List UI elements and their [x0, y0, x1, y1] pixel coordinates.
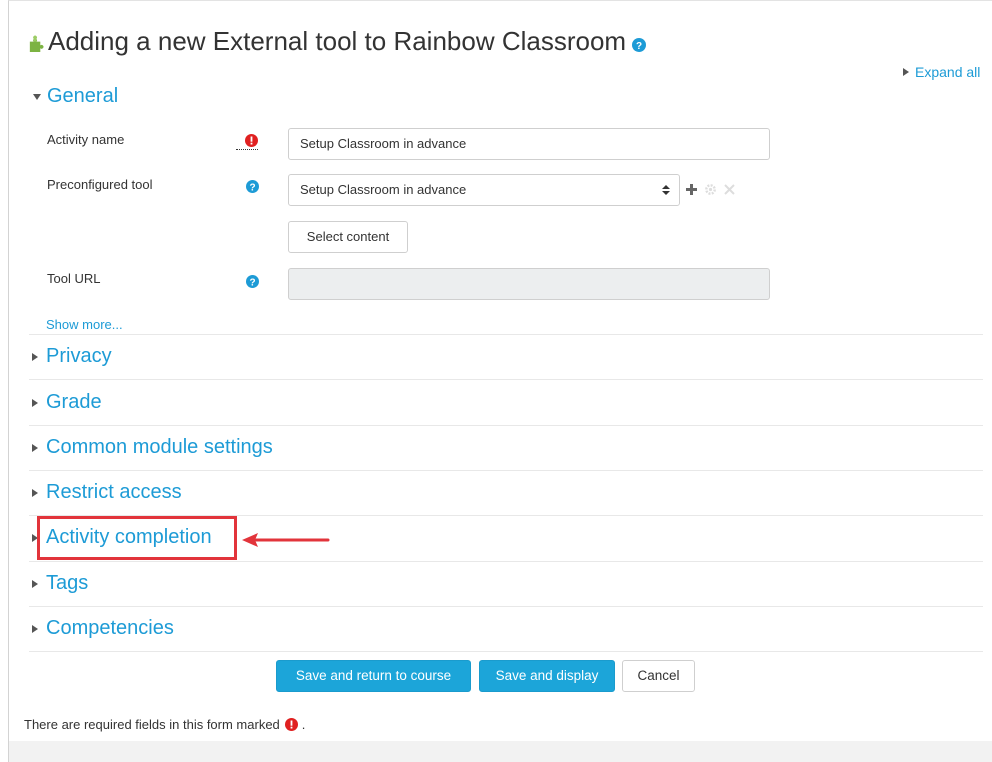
section-tags[interactable]: Tags	[32, 572, 88, 595]
save-and-display-button[interactable]: Save and display	[479, 660, 615, 692]
section-grade-title: Grade	[46, 391, 102, 413]
caret-right-icon	[32, 398, 38, 407]
tool-url-input[interactable]	[288, 268, 770, 300]
required-note-text: There are required fields in this form m…	[24, 717, 280, 732]
section-privacy[interactable]: Privacy	[32, 345, 112, 368]
plus-icon[interactable]	[686, 184, 697, 195]
page-title: Adding a new External tool to Rainbow Cl…	[27, 26, 647, 57]
section-common-module-settings[interactable]: Common module settings	[32, 436, 273, 459]
close-icon[interactable]	[724, 184, 735, 195]
required-fields-note: There are required fields in this form m…	[24, 717, 305, 732]
help-icon[interactable]: ?	[246, 275, 259, 288]
activity-name-label: Activity name	[47, 132, 125, 147]
required-icon	[284, 718, 298, 731]
select-content-button[interactable]: Select content	[288, 221, 408, 253]
divider	[29, 606, 983, 607]
caret-right-icon	[32, 488, 38, 497]
select-arrows-icon	[662, 185, 670, 195]
caret-right-icon	[32, 352, 38, 361]
gear-icon[interactable]	[705, 184, 716, 195]
svg-text:?: ?	[249, 278, 255, 289]
divider	[29, 561, 983, 562]
section-restrict-access-title: Restrict access	[46, 481, 182, 503]
required-underline	[236, 149, 258, 150]
caret-right-icon	[32, 579, 38, 588]
caret-right-icon	[903, 68, 909, 76]
caret-right-icon	[32, 443, 38, 452]
section-general-header[interactable]: General	[33, 85, 118, 108]
required-icon	[245, 134, 258, 147]
section-restrict-access[interactable]: Restrict access	[32, 481, 182, 504]
caret-right-icon	[32, 624, 38, 633]
section-privacy-title: Privacy	[46, 345, 112, 367]
divider	[29, 651, 983, 652]
section-competencies[interactable]: Competencies	[32, 617, 174, 640]
divider	[29, 379, 983, 380]
footer-band	[9, 741, 992, 762]
preconfigured-tool-value: Setup Classroom in advance	[300, 182, 467, 197]
puzzle-icon	[29, 35, 44, 53]
divider	[29, 334, 983, 335]
preconfigured-tool-label: Preconfigured tool	[47, 177, 153, 192]
expand-all-label: Expand all	[915, 64, 981, 80]
preconfigured-tool-select[interactable]: Setup Classroom in advance	[288, 174, 680, 206]
svg-text:?: ?	[249, 183, 255, 194]
section-grade[interactable]: Grade	[32, 391, 102, 414]
section-general-title: General	[47, 85, 119, 107]
section-common-module-settings-title: Common module settings	[46, 436, 273, 458]
save-and-return-button[interactable]: Save and return to course	[276, 660, 471, 692]
divider	[29, 470, 983, 471]
page-frame	[8, 0, 992, 762]
divider	[29, 425, 983, 426]
required-note-period: .	[301, 717, 306, 732]
activity-name-input[interactable]: Setup Classroom in advance	[288, 128, 770, 160]
help-icon[interactable]: ?	[246, 180, 259, 193]
svg-text:?: ?	[636, 41, 642, 52]
caret-down-icon	[33, 93, 41, 100]
section-tags-title: Tags	[46, 572, 89, 594]
section-competencies-title: Competencies	[46, 617, 174, 639]
page-title-text: Adding a new External tool to Rainbow Cl…	[48, 26, 627, 56]
highlight-box	[37, 516, 237, 560]
expand-all-link[interactable]: Expand all	[903, 64, 980, 80]
show-more-link[interactable]: Show more...	[46, 317, 123, 332]
tool-url-label: Tool URL	[47, 271, 101, 286]
help-icon[interactable]: ?	[632, 37, 647, 52]
cancel-button[interactable]: Cancel	[622, 660, 695, 692]
red-arrow-annotation	[242, 533, 330, 547]
